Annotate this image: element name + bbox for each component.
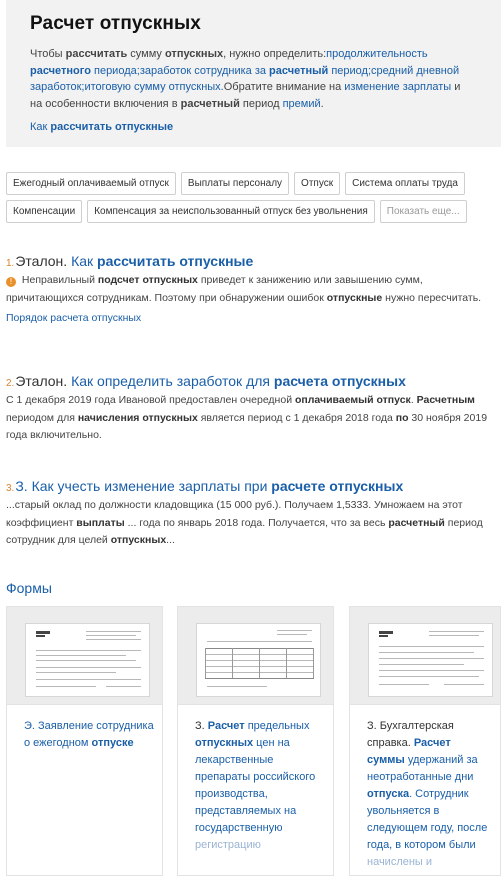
text-fragment: С 1 декабря 2019 года Ивановой предостав… <box>6 394 295 406</box>
text-fragment: отпускные <box>326 291 383 304</box>
text-fragment: . <box>320 97 324 110</box>
show-more-tags-button[interactable]: Показать еще... <box>379 200 467 223</box>
text-fragment: начислены и <box>367 856 433 868</box>
text-fragment[interactable]: продолжительность <box>326 48 427 60</box>
form-document-preview <box>25 623 150 697</box>
how-to-calculate-link[interactable]: Как рассчитать отпускные <box>30 121 501 133</box>
tag-row: Ежегодный оплачиваемый отпуск Выплаты пер… <box>6 172 501 195</box>
text-fragment: отпуска <box>367 788 410 800</box>
text-fragment: расчетный <box>180 97 240 110</box>
text-fragment: оплачиваемый отпуск <box>294 394 411 406</box>
text-fragment: отпуске <box>91 737 134 749</box>
result-title-link[interactable]: 2.Эталон. Как определить заработок для р… <box>6 373 501 389</box>
text-fragment: регистрацию <box>195 839 261 851</box>
text-fragment[interactable]: заработок сотрудника за <box>140 65 269 77</box>
summary-panel: Расчет отпускных Чтобы рассчитать сумму … <box>6 0 501 147</box>
text-fragment: предельных <box>244 720 310 732</box>
form-thumbnail <box>7 607 162 705</box>
text-fragment[interactable]: изменение зарплаты <box>344 81 451 93</box>
result-title-text[interactable]: Как учесть изменение зарплаты при расчет… <box>28 478 404 494</box>
result-title-link[interactable]: 1.Эталон. Как рассчитать отпускные <box>6 253 501 269</box>
text-fragment: расчета отпускных <box>273 373 406 389</box>
text-fragment: подсчет отпускных <box>97 274 198 286</box>
text-fragment: рассчитать <box>65 48 128 60</box>
text-fragment: отпускных <box>164 48 224 60</box>
warning-icon: ! <box>6 277 16 287</box>
result-snippet: ...старый оклад по должности кладовщика … <box>6 497 501 550</box>
text-fragment: выплаты <box>76 516 125 529</box>
text-fragment: период <box>239 97 283 110</box>
text-fragment: Обратите внимание на <box>223 81 345 93</box>
text-fragment[interactable]: расчетного <box>30 65 91 77</box>
form-thumbnail <box>178 607 333 705</box>
tag-chip[interactable]: Компенсация за неиспользованный отпуск б… <box>87 200 375 223</box>
text-fragment: З. <box>195 720 208 732</box>
text-fragment[interactable]: период; <box>328 65 371 77</box>
text-fragment[interactable]: расчетный <box>269 65 328 77</box>
search-result: 3.З. Как учесть изменение зарплаты при р… <box>6 478 501 550</box>
text-fragment: является период с 1 декабря 2018 года <box>197 411 396 424</box>
text-fragment: нужно пересчитать. <box>382 291 482 304</box>
form-card[interactable]: З. Бухгалтерская справка. Расчет суммы у… <box>349 606 501 876</box>
text-fragment: ... <box>166 534 175 546</box>
form-card-text[interactable]: З. Расчет предельных отпускных цен на ле… <box>178 705 328 854</box>
result-number: 2. <box>6 378 15 389</box>
text-fragment: расчетный <box>388 516 445 529</box>
result-prefix: Эталон. <box>15 373 68 389</box>
text-fragment: отпускных <box>110 534 167 546</box>
form-card[interactable]: Э. Заявление сотрудника о ежегодном отпу… <box>6 606 163 876</box>
search-result: 2.Эталон. Как определить заработок для р… <box>6 373 501 445</box>
text-fragment: Неправильный <box>19 274 98 286</box>
form-card-text[interactable]: Э. Заявление сотрудника о ежегодном отпу… <box>7 705 157 752</box>
tag-chip[interactable]: Система оплаты труда <box>345 172 465 195</box>
text-fragment: Э. Заявление сотрудника о ежегодном <box>24 720 154 749</box>
text-fragment: рассчитать отпускные <box>97 253 254 269</box>
result-snippet: С 1 декабря 2019 года Ивановой предостав… <box>6 392 501 445</box>
form-document-preview <box>368 623 493 697</box>
forms-heading: Формы <box>6 580 52 596</box>
result-title-text[interactable]: Как рассчитать отпускные <box>67 253 253 269</box>
text-fragment: Как определить заработок для <box>67 373 274 389</box>
text-fragment: цен на лекарственные препараты российско… <box>195 737 316 834</box>
summary-description: Чтобы рассчитать сумму отпускных, нужно … <box>30 46 470 112</box>
text-fragment: расчете отпускных <box>271 478 404 494</box>
search-result: 1.Эталон. Как рассчитать отпускные ! Неп… <box>6 253 501 324</box>
text-fragment: периодом для <box>6 411 78 424</box>
how-link-bold[interactable]: рассчитать отпускные <box>50 121 173 133</box>
text-fragment[interactable]: премий <box>283 98 321 110</box>
page-title: Расчет отпускных <box>30 13 201 34</box>
text-fragment: Как учесть изменение зарплаты при <box>27 478 272 494</box>
form-card-text[interactable]: З. Бухгалтерская справка. Расчет суммы у… <box>350 705 490 871</box>
text-fragment[interactable]: периода; <box>91 65 140 77</box>
text-fragment[interactable]: итоговую сумму отпускных. <box>84 81 223 93</box>
text-fragment: Расчетным <box>416 394 475 406</box>
result-sublink[interactable]: Порядок расчета отпускных <box>6 312 501 324</box>
text-fragment: Расчет <box>207 720 245 732</box>
text-fragment: Чтобы <box>30 48 66 60</box>
result-prefix: Эталон. <box>15 253 68 269</box>
result-snippet: ! Неправильный подсчет отпускных приведе… <box>6 272 501 307</box>
form-thumbnail <box>350 607 500 705</box>
text-fragment: сумму <box>127 48 165 60</box>
result-title-link[interactable]: 3.З. Как учесть изменение зарплаты при р… <box>6 478 501 494</box>
form-document-preview <box>196 623 321 697</box>
text-fragment: ... года по январь 2018 года. Получается… <box>124 516 389 529</box>
text-fragment: отпускных <box>195 737 254 749</box>
text-fragment: начисления отпускных <box>77 411 198 424</box>
tag-chip[interactable]: Отпуск <box>294 172 341 195</box>
tag-cloud: Ежегодный оплачиваемый отпуск Выплаты пер… <box>6 172 501 228</box>
tag-chip[interactable]: Выплаты персоналу <box>180 172 290 195</box>
text-fragment: по <box>395 411 409 424</box>
result-number: 3. <box>6 483 15 494</box>
tag-chip[interactable]: Компенсации <box>6 200 83 223</box>
result-number: 1. <box>6 258 15 269</box>
text-fragment: , нужно определить: <box>223 48 327 60</box>
how-link-prefix[interactable]: Как <box>30 121 50 133</box>
tag-row: Компенсации Компенсация за неиспользованн… <box>6 200 501 223</box>
text-fragment: Как <box>67 253 98 269</box>
result-title-text[interactable]: Как определить заработок для расчета отп… <box>67 373 406 389</box>
tag-chip[interactable]: Ежегодный оплачиваемый отпуск <box>6 172 176 195</box>
result-prefix: З. <box>15 478 28 494</box>
form-card[interactable]: З. Расчет предельных отпускных цен на ле… <box>177 606 334 876</box>
